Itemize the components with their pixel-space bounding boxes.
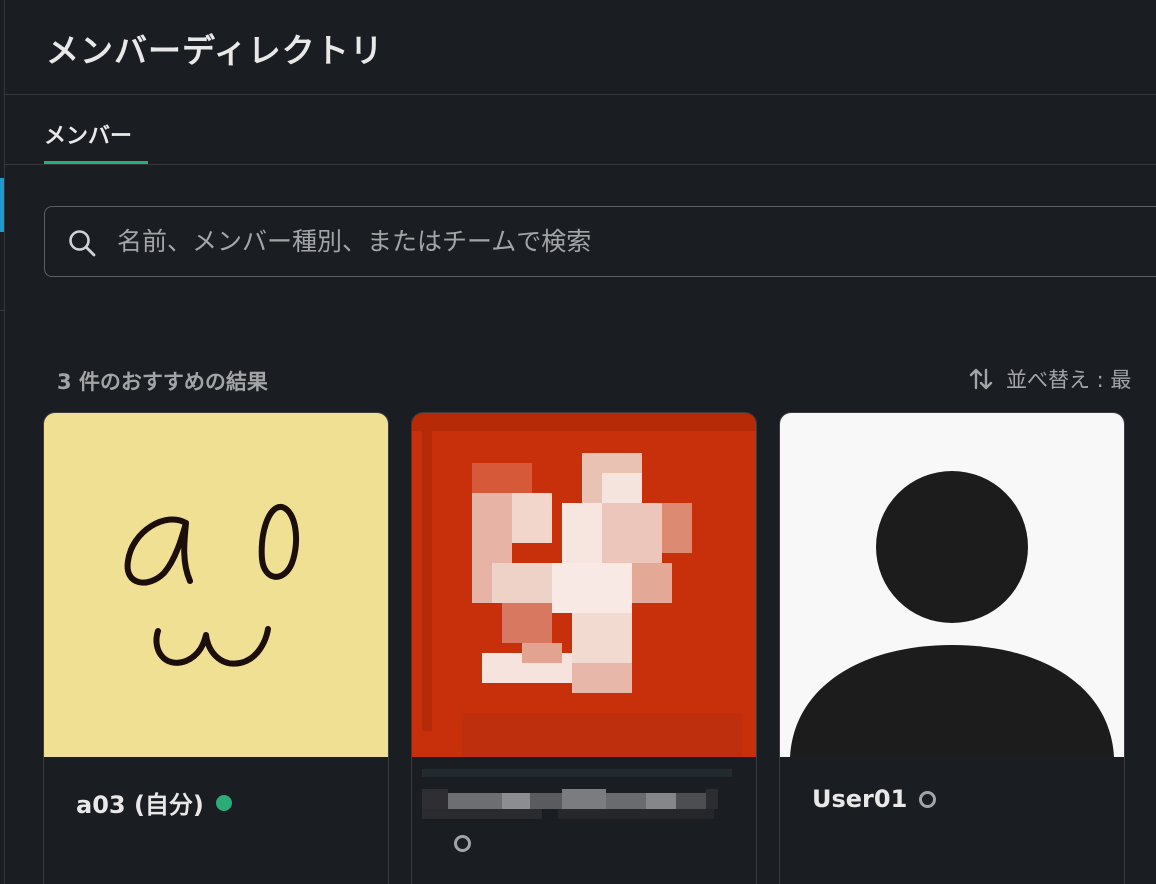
member-name[interactable]: a03 (自分) [76,785,204,820]
tab-members[interactable]: メンバー [44,118,132,150]
left-rail [0,0,5,884]
avatar [44,413,388,757]
header-divider [5,94,1156,95]
member-name-row: User01 [812,785,937,813]
search-input[interactable] [117,207,1117,276]
member-name[interactable]: User01 [812,785,907,813]
member-card[interactable]: a03 (自分) [43,412,389,884]
sort-button[interactable]: 並べ替え : 最 [968,364,1131,394]
status-dot-icon [919,790,937,808]
member-card[interactable]: User01 [779,412,1125,884]
member-card[interactable] [411,412,757,884]
rail-divider [0,310,5,311]
member-name-row: a03 (自分) [76,785,232,820]
page-title: メンバーディレクトリ [46,31,384,70]
search-box[interactable] [44,206,1156,277]
tabs-divider [5,164,1156,165]
rail-selection-indicator [0,178,4,232]
results-count: 3 件のおすすめの結果 [57,370,268,394]
member-name-row [442,835,471,852]
sort-label: 並べ替え : 最 [1006,368,1132,392]
status-dot-icon [215,794,232,811]
search-icon [69,230,96,257]
status-dot-icon [454,835,471,852]
avatar [780,413,1124,757]
sort-arrows-icon [969,368,993,390]
avatar [412,413,756,757]
